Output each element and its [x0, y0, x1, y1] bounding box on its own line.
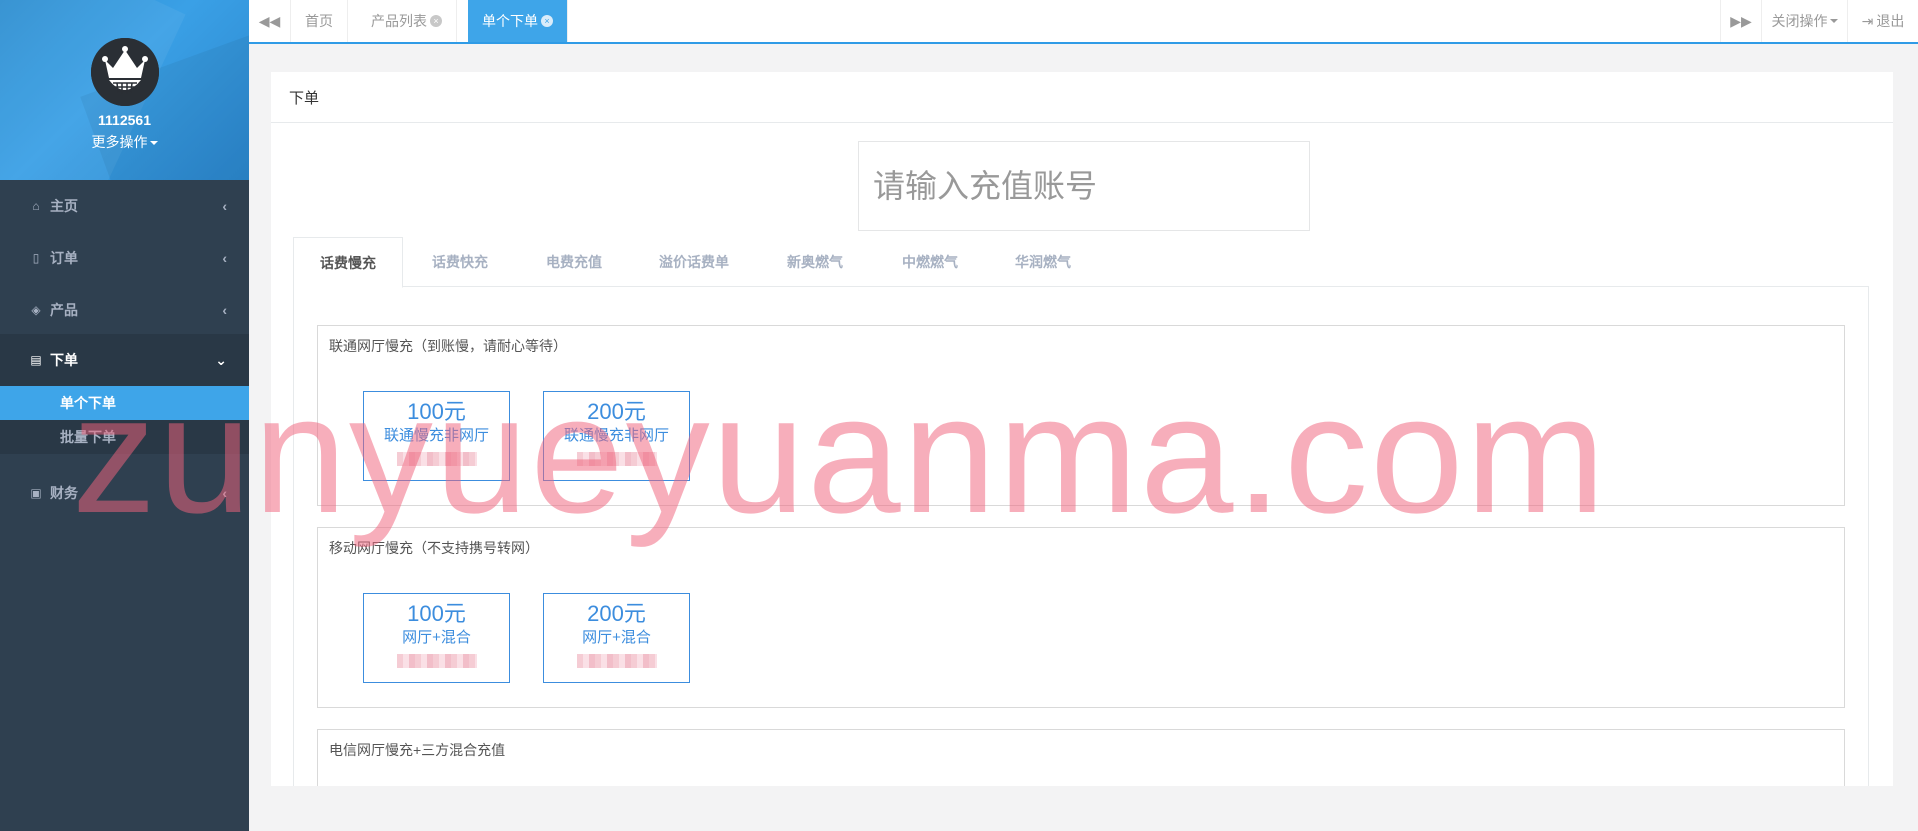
scroll-tabs-right-button[interactable]: ▶▶ [1720, 0, 1762, 42]
product-card[interactable]: 200元 联通慢充非网厅 [543, 391, 690, 481]
sidebar-subitem-label: 批量下单 [60, 429, 116, 445]
tab-phone-fast-charge[interactable]: 话费快充 [403, 237, 517, 287]
caret-down-icon [1829, 19, 1838, 23]
product-group: 移动网厅慢充（不支持携号转网） 100元 网厅+混合 200元 网厅+混合 [317, 527, 1845, 708]
order-panel: 下单 话费慢充 话费快充 电费充值 溢价话费单 新奥燃气 中燃燃气 华润燃气 联… [271, 72, 1893, 786]
card-name: 网厅+混合 [582, 629, 651, 646]
double-chevron-left-icon: ◀◀ [258, 12, 281, 29]
blurred-price [396, 654, 477, 668]
card-name: 网厅+混合 [402, 629, 471, 646]
tab-label: 产品列表 [371, 13, 427, 29]
sidebar-item-label: 下单 [50, 352, 78, 368]
tab-label: 单个下单 [482, 13, 538, 29]
cube-icon: ◈ [31, 303, 41, 317]
more-ops-dropdown[interactable]: 更多操作 [0, 132, 249, 152]
chevron-down-icon: ⌄ [215, 351, 227, 368]
file-icon: ▯ [32, 251, 40, 265]
blurred-price [396, 452, 477, 466]
product-card[interactable]: 200元 网厅+混合 [543, 593, 690, 683]
sidebar-item-label: 产品 [50, 302, 78, 318]
logout-button[interactable]: ⇥ 退出 [1848, 0, 1918, 42]
tab-phone-slow-charge[interactable]: 话费慢充 [293, 237, 403, 288]
panel-title: 下单 [271, 72, 1893, 123]
card-amount: 200元 [587, 399, 646, 424]
tab-xinao-gas[interactable]: 新奥燃气 [757, 237, 873, 287]
sidebar-subitem-batch-order[interactable]: 批量下单 [0, 420, 249, 454]
sidebar-item-label: 财务 [50, 485, 78, 501]
close-ops-label: 关闭操作 [1771, 13, 1828, 29]
logout-icon: ⇥ [1861, 12, 1874, 29]
home-icon: ⌂ [32, 199, 40, 213]
sidebar-item-finance[interactable]: ▣ 财务 ‹ [0, 467, 249, 519]
logout-label: 退出 [1876, 13, 1905, 29]
tab-single-order[interactable]: 单个下单 × [468, 0, 568, 42]
user-name: 1112561 [98, 112, 151, 128]
money-icon: ▣ [30, 486, 42, 500]
avatar[interactable] [91, 38, 159, 106]
product-card[interactable]: 100元 联通慢充非网厅 [363, 391, 510, 481]
close-tab-icon[interactable]: × [541, 15, 553, 27]
tab-home[interactable]: 首页 [291, 0, 348, 42]
sidebar-subitem-label: 单个下单 [60, 395, 116, 411]
avatar-jester-icon [91, 38, 159, 106]
tab-product-list[interactable]: 产品列表 × [357, 0, 457, 42]
card-name: 联通慢充非网厅 [383, 427, 489, 444]
sidebar-item-orders[interactable]: ▯ 订单 ‹ [0, 232, 249, 284]
card-amount: 100元 [407, 399, 466, 424]
close-tab-icon[interactable]: × [430, 15, 442, 27]
chevron-left-icon: ‹ [222, 485, 227, 501]
tab-huarun-gas[interactable]: 华润燃气 [987, 237, 1099, 287]
blurred-price [576, 452, 657, 466]
more-ops-label: 更多操作 [91, 134, 148, 150]
card-amount: 100元 [407, 601, 466, 626]
product-tabs: 话费慢充 话费快充 电费充值 溢价话费单 新奥燃气 中燃燃气 华润燃气 [293, 237, 1869, 288]
card-name: 联通慢充非网厅 [563, 427, 669, 444]
chevron-left-icon: ‹ [222, 302, 227, 318]
tab-zhongran-gas[interactable]: 中燃燃气 [873, 237, 987, 287]
product-group: 联通网厅慢充（到账慢，请耐心等待） 100元 联通慢充非网厅 200元 联通慢充… [317, 325, 1845, 506]
top-tab-bar: ◀◀ 首页 产品列表 × 单个下单 × ▶▶ 关闭操作 ⇥ 退出 [249, 0, 1918, 44]
tab-label: 首页 [305, 13, 333, 29]
blurred-price [576, 654, 657, 668]
group-title: 移动网厅慢充（不支持携号转网） [329, 540, 539, 556]
group-title: 电信网厅慢充+三方混合充值 [329, 742, 506, 758]
sidebar-item-label: 主页 [50, 198, 78, 214]
sidebar-item-place-order[interactable]: ▤ 下单 ⌄ [0, 334, 249, 386]
sidebar-subitem-single-order[interactable]: 单个下单 [0, 386, 249, 420]
sidebar-item-home[interactable]: ⌂ 主页 ‹ [0, 180, 249, 232]
product-card[interactable]: 100元 网厅+混合 [363, 593, 510, 683]
chevron-left-icon: ‹ [222, 198, 227, 214]
profile-header: 1112561 更多操作 [0, 0, 249, 180]
card-amount: 200元 [587, 601, 646, 626]
caret-down-icon [149, 141, 158, 146]
group-title: 联通网厅慢充（到账慢，请耐心等待） [329, 338, 567, 354]
file-text-icon: ▤ [30, 353, 42, 367]
close-ops-dropdown[interactable]: 关闭操作 [1762, 0, 1848, 42]
product-group: 电信网厅慢充+三方混合充值 [317, 729, 1845, 786]
sidebar-item-label: 订单 [50, 250, 78, 266]
sidebar-item-products[interactable]: ◈ 产品 ‹ [0, 284, 249, 336]
tab-electricity[interactable]: 电费充值 [517, 237, 631, 287]
sidebar: 1112561 更多操作 ⌂ 主页 ‹ ▯ 订单 ‹ ◈ 产品 ‹ ▤ 下单 ⌄… [0, 0, 249, 831]
account-input[interactable] [858, 141, 1310, 231]
double-chevron-right-icon: ▶▶ [1730, 12, 1752, 29]
scroll-tabs-left-button[interactable]: ◀◀ [249, 0, 291, 42]
chevron-left-icon: ‹ [222, 250, 227, 266]
tab-premium-phone[interactable]: 溢价话费单 [631, 237, 757, 287]
